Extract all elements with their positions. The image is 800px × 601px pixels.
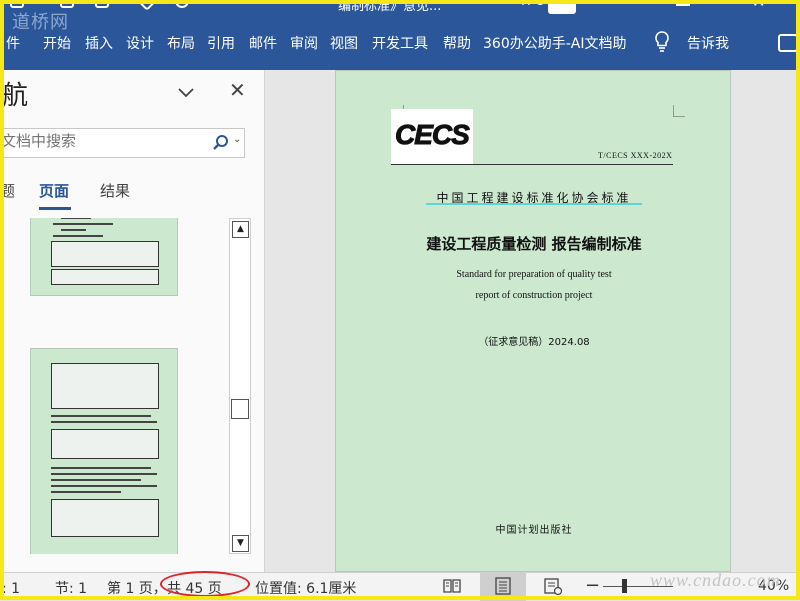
user-name: TPC — [519, 0, 544, 9]
tab-help[interactable]: 帮助 — [443, 33, 471, 53]
association-underline — [426, 203, 642, 205]
undo-icon[interactable] — [60, 0, 74, 8]
tab-file[interactable]: 件 — [6, 33, 20, 53]
tab-references[interactable]: 引用 — [207, 33, 235, 53]
print-layout-icon — [495, 577, 511, 595]
tab-insert[interactable]: 插入 — [85, 33, 113, 53]
zoom-slider-thumb[interactable] — [622, 579, 627, 593]
page-thumbnail[interactable] — [30, 218, 178, 296]
tab-home[interactable]: 开始 — [43, 33, 71, 53]
page-thumbnail[interactable] — [30, 348, 178, 554]
close-window-icon[interactable]: ✕ — [752, 0, 765, 11]
document-page[interactable]: CECS T/CECS XXX-202X 中国工程建设标准化协会标准 建设工程质… — [335, 70, 731, 572]
footer-watermark: www.cndao.com — [650, 570, 781, 590]
redo-icon[interactable] — [95, 0, 109, 8]
highlight-circle — [160, 571, 250, 597]
tab-design[interactable]: 设计 — [126, 33, 154, 53]
scroll-up-button[interactable]: ▲ — [232, 221, 249, 238]
draft-note: （征求意见稿）2024.08 — [478, 337, 590, 348]
tab-review[interactable]: 审阅 — [290, 33, 318, 53]
close-icon[interactable]: ✕ — [229, 78, 246, 102]
save-icon[interactable] — [10, 0, 24, 8]
english-title-line-1: Standard for preparation of quality test — [456, 269, 612, 280]
scrollbar-thumb[interactable] — [231, 399, 249, 419]
english-title-line-2: report of construction project — [475, 290, 593, 301]
site-watermark: 道桥网 — [12, 12, 69, 33]
document-area: CECS T/CECS XXX-202X 中国工程建设标准化协会标准 建设工程质… — [266, 70, 800, 572]
zoom-out-button[interactable]: − — [585, 575, 600, 596]
cecs-logo: CECS — [391, 109, 473, 165]
standard-number: T/CECS XXX-202X — [598, 151, 673, 160]
document-title: 建设工程质量检测 报告编制标准 — [426, 235, 642, 253]
ribbon-tabs: 件 开始 插入 设计 布局 引用 邮件 审阅 视图 开发工具 帮助 360办公助… — [0, 14, 800, 70]
page-thumbnails: 20 — [0, 218, 228, 554]
ribbon-display-icon[interactable] — [676, 0, 690, 6]
tab-developer[interactable]: 开发工具 — [372, 33, 428, 53]
status-page-info[interactable]: 第 1 页， — [107, 578, 167, 598]
chevron-down-icon[interactable] — [176, 82, 196, 102]
window-title: 编制标准》意见... — [338, 0, 442, 14]
publisher: 中国计划出版社 — [495, 525, 573, 536]
navigation-pane: 航 ✕ ⌄ 题 页面 结果 20 — [0, 70, 265, 572]
status-page-number[interactable]: 页: 1 — [0, 578, 20, 598]
tell-me-search[interactable]: 告诉我 — [687, 33, 729, 53]
title-bar: 编制标准》意见... TPC ✕ — [0, 0, 800, 14]
search-tb-icon[interactable] — [175, 0, 189, 8]
tab-view[interactable]: 视图 — [330, 33, 358, 53]
nav-search-box[interactable]: ⌄ — [0, 128, 245, 158]
status-position[interactable]: 位置值: 6.1厘米 — [255, 578, 356, 598]
tab-results[interactable]: 结果 — [100, 180, 130, 201]
tab-headings[interactable]: 题 — [0, 180, 15, 201]
nav-pane-title: 航 — [2, 81, 29, 111]
search-input[interactable] — [1, 133, 201, 150]
read-mode-icon[interactable] — [442, 576, 462, 596]
thumbnail-scrollbar[interactable]: ▲ ▼ — [229, 218, 251, 554]
scroll-down-button[interactable]: ▼ — [232, 535, 249, 552]
print-layout-button[interactable] — [480, 573, 526, 601]
tab-pages[interactable]: 页面 — [39, 180, 69, 201]
tab-360-assistant[interactable]: 360办公助手-AI文档助 — [483, 33, 626, 53]
comments-icon[interactable] — [778, 34, 798, 52]
lightbulb-icon[interactable] — [653, 30, 671, 54]
crop-mark — [673, 105, 685, 117]
search-icon[interactable] — [211, 133, 231, 153]
search-options-icon[interactable]: ⌄ — [233, 134, 241, 145]
web-layout-icon[interactable] — [543, 576, 563, 596]
tab-mailings[interactable]: 邮件 — [249, 33, 277, 53]
active-tab-underline — [39, 207, 71, 210]
touch-mode-icon[interactable] — [137, 0, 157, 11]
status-section[interactable]: 节: 1 — [55, 578, 87, 598]
header-rule — [391, 164, 673, 165]
avatar[interactable] — [548, 0, 576, 14]
tab-layout[interactable]: 布局 — [167, 33, 195, 53]
